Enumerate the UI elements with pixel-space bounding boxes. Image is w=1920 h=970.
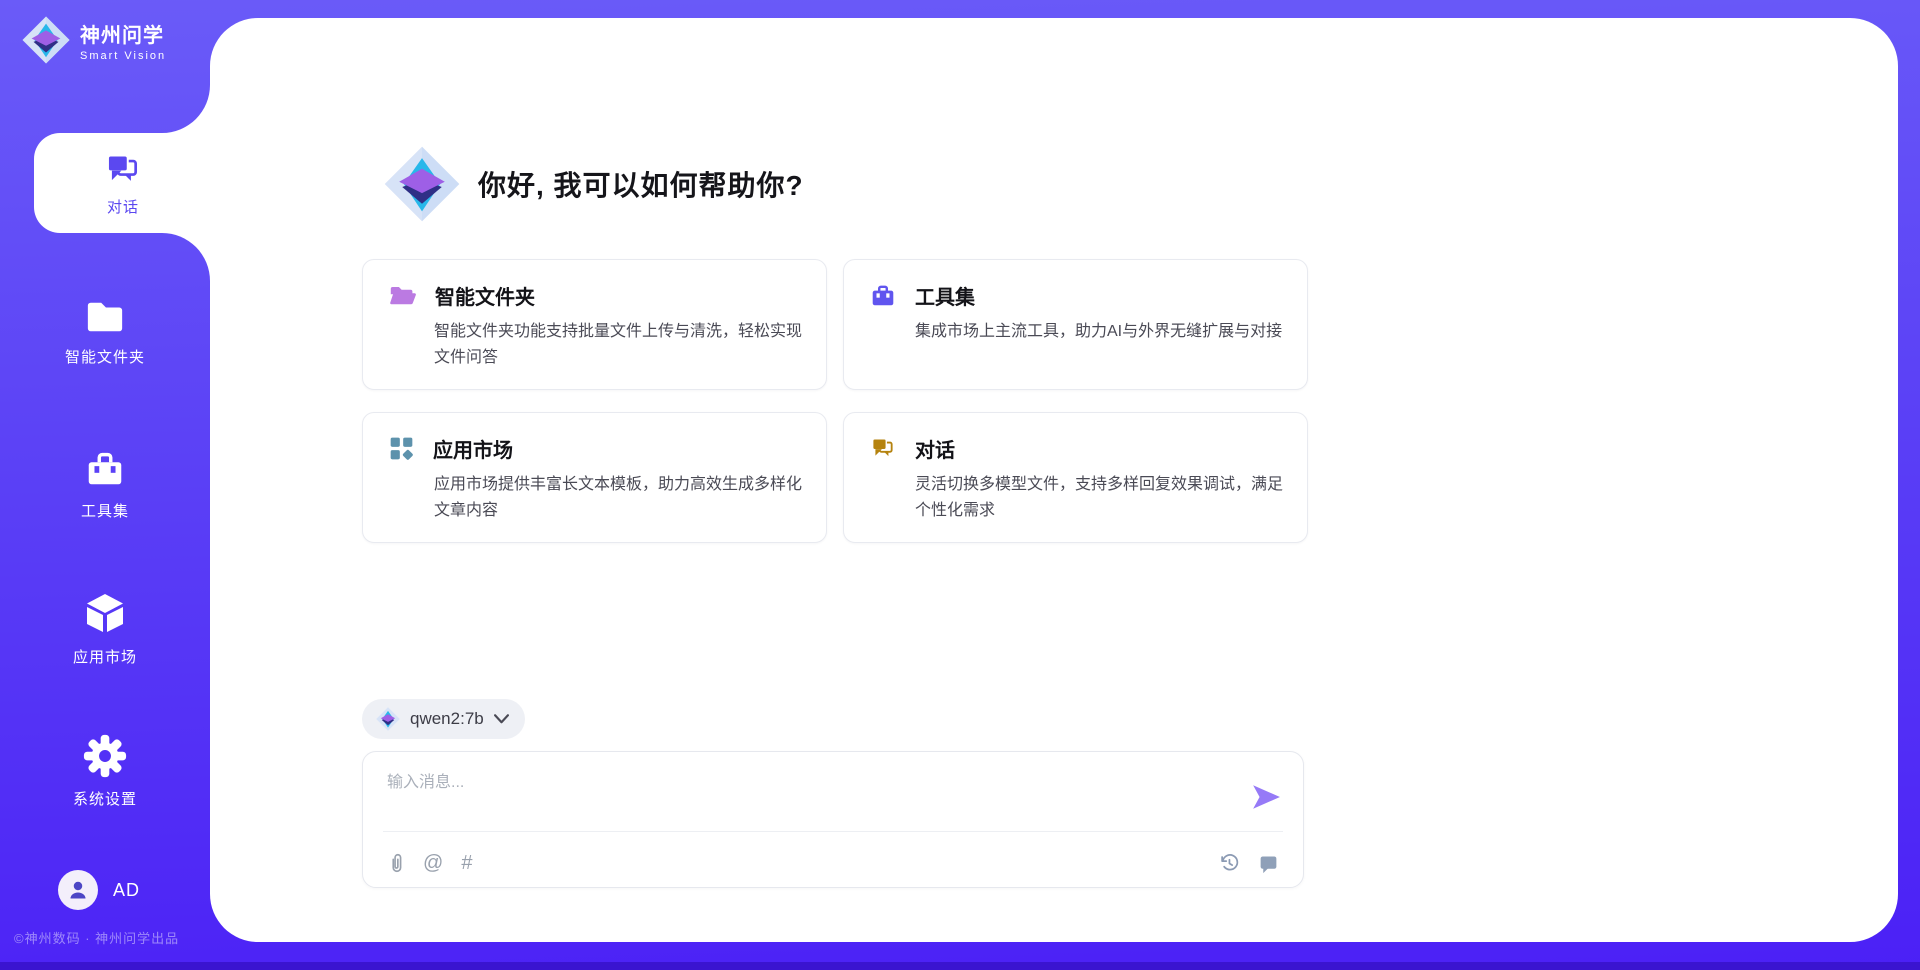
grid-icon [389,436,414,461]
send-icon[interactable] [1251,782,1281,812]
card-title: 工具集 [915,281,975,310]
briefcase-icon [870,283,896,308]
card-description: 智能文件夹功能支持批量文件上传与清洗，轻松实现文件问答 [434,319,812,371]
paperclip-icon[interactable] [387,852,405,874]
message-composer: @ # [362,751,1304,888]
sidebar-item-app-market[interactable]: 应用市场 [0,589,210,667]
footer-note: ©神州数码 · 神州问学出品 [14,928,179,947]
sidebar-item-label: 应用市场 [73,646,137,667]
user-chip[interactable]: AD [58,870,140,910]
card-description: 应用市场提供丰富长文本模板，助力高效生成多样化文章内容 [434,472,812,524]
brand: 神州问学 Smart Vision [22,16,166,64]
sidebar-item-smart-folder[interactable]: 智能文件夹 [0,297,210,367]
model-selector[interactable]: qwen2:7b [362,699,525,739]
card-toolset[interactable]: 工具集 集成市场上主流工具，助力AI与外界无缝扩展与对接 [843,259,1308,390]
chat-bubbles-icon [870,435,896,461]
card-app-market[interactable]: 应用市场 应用市场提供丰富长文本模板，助力高效生成多样化文章内容 [362,412,827,543]
hash-icon[interactable]: # [461,852,472,875]
card-title: 对话 [915,434,955,463]
toolbox-icon [82,447,128,491]
card-title: 智能文件夹 [435,281,535,310]
tab-curve-bottom [162,233,210,281]
brand-title: 神州问学 [80,19,166,48]
card-title: 应用市场 [433,434,513,463]
sidebar-item-label: 工具集 [81,500,129,521]
cube-icon [81,589,129,637]
card-chat[interactable]: 对话 灵活切换多模型文件，支持多样回复效果调试，满足个性化需求 [843,412,1308,543]
chat-icon [104,150,142,188]
sidebar-item-label: 系统设置 [73,788,137,809]
at-icon[interactable]: @ [423,852,443,875]
avatar [58,870,98,910]
greeting-text: 你好, 我可以如何帮助你? [478,164,804,204]
sidebar-item-label: 智能文件夹 [65,346,145,367]
history-icon[interactable] [1218,852,1240,874]
bottom-strip [0,962,1920,970]
composer-toolbar: @ # [387,844,1279,882]
chevron-down-icon [494,714,509,724]
message-input[interactable] [387,768,1237,824]
sidebar-item-toolset[interactable]: 工具集 [0,447,210,521]
folder-icon [82,297,128,337]
brand-subtitle: Smart Vision [80,50,166,62]
assistant-logo-icon [384,146,460,222]
card-description: 集成市场上主流工具，助力AI与外界无缝扩展与对接 [915,319,1293,345]
greeting: 你好, 我可以如何帮助你? [384,146,804,222]
sidebar-item-label: 对话 [107,196,139,217]
composer-divider [383,831,1283,832]
model-logo-icon [376,707,400,731]
model-name: qwen2:7b [410,709,484,729]
person-icon [66,878,90,902]
tab-curve-top [162,85,210,133]
gear-icon [82,733,128,779]
message-icon[interactable] [1258,853,1279,874]
sidebar: 神州问学 Smart Vision 对话 智能文件夹 工具集 [0,0,210,970]
sidebar-item-chat[interactable]: 对话 [34,133,212,233]
card-smart-folder[interactable]: 智能文件夹 智能文件夹功能支持批量文件上传与清洗，轻松实现文件问答 [362,259,827,390]
user-initials: AD [113,880,140,901]
card-description: 灵活切换多模型文件，支持多样回复效果调试，满足个性化需求 [915,472,1293,524]
brand-logo-icon [22,16,70,64]
feature-cards: 智能文件夹 智能文件夹功能支持批量文件上传与清洗，轻松实现文件问答 工具集 集成… [362,259,1308,543]
folder-open-icon [389,284,416,308]
sidebar-item-settings[interactable]: 系统设置 [0,733,210,809]
